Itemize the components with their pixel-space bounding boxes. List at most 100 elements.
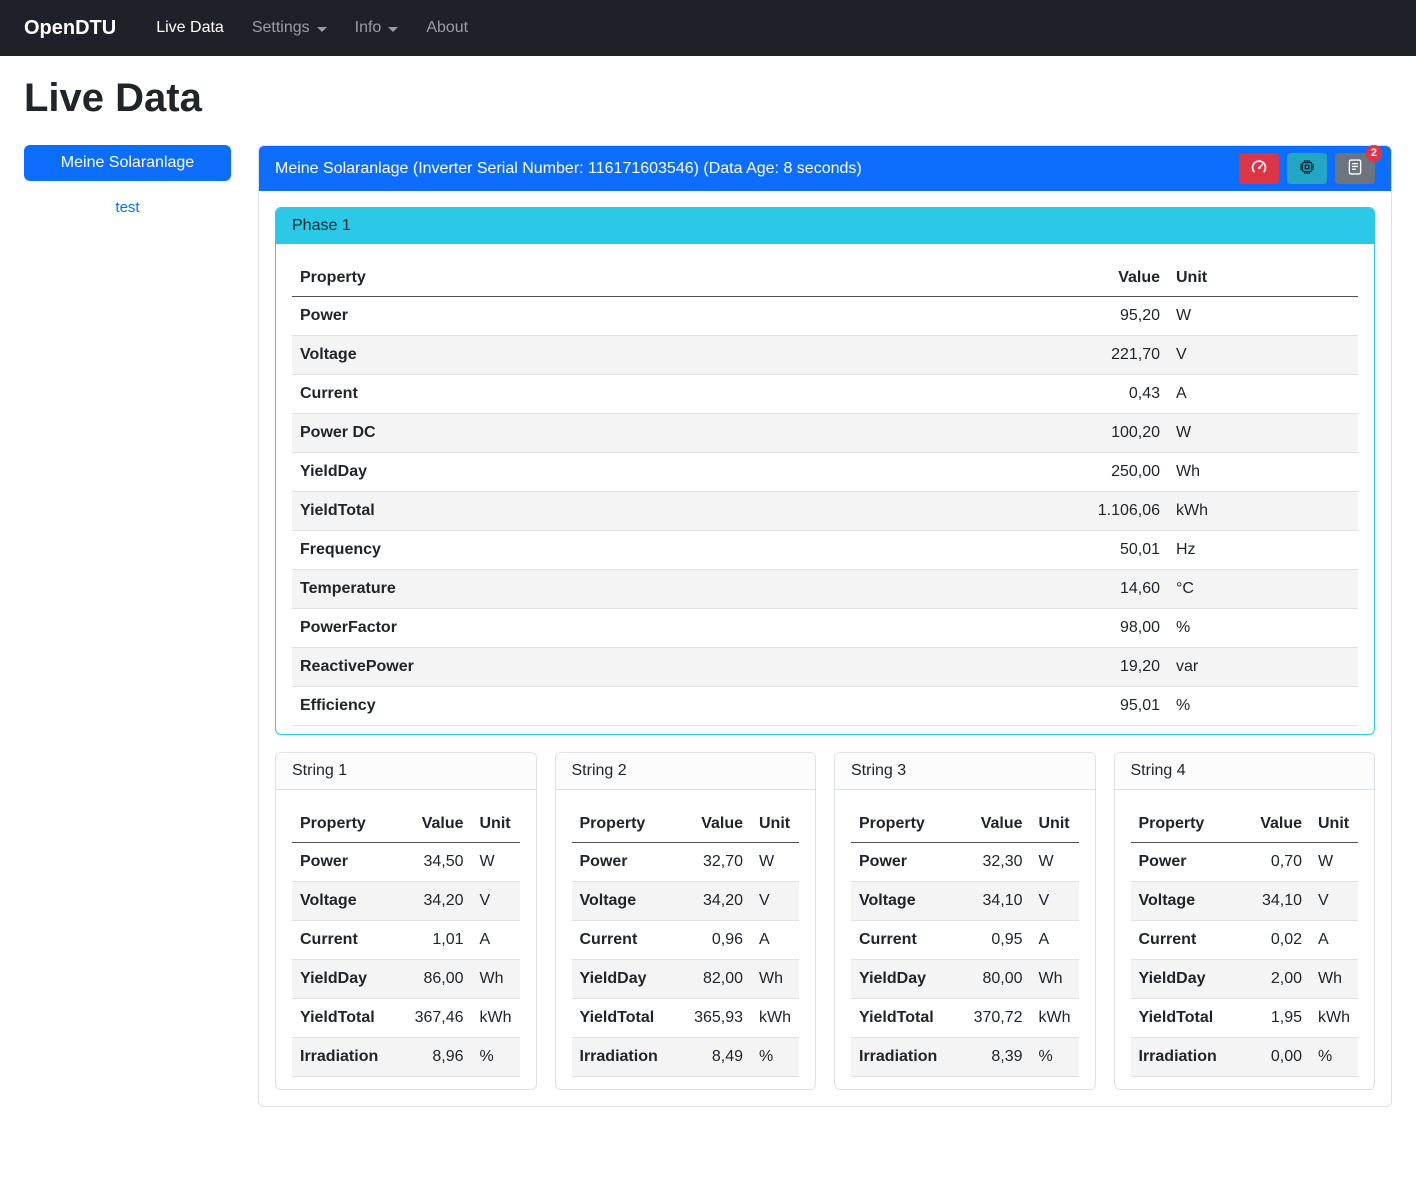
inverter-select-button[interactable]: Meine Solaranlage bbox=[24, 145, 231, 181]
column-header-unit: Unit bbox=[1031, 806, 1079, 843]
property-cell: Voltage bbox=[292, 336, 1058, 375]
unit-cell: % bbox=[1031, 1038, 1079, 1077]
unit-cell: V bbox=[751, 882, 799, 921]
device-info-button[interactable] bbox=[1287, 153, 1327, 184]
table-row: Voltage 34,20 V bbox=[572, 882, 800, 921]
unit-cell: % bbox=[472, 1038, 520, 1077]
table-row: Irradiation 8,96 % bbox=[292, 1038, 520, 1077]
strings-row: String 1 Property Value Unit bbox=[275, 752, 1375, 1090]
value-cell: 50,01 bbox=[1058, 531, 1168, 570]
unit-cell: % bbox=[1310, 1038, 1358, 1077]
property-cell: Current bbox=[292, 921, 404, 960]
inverter-link-test[interactable]: test bbox=[24, 199, 231, 216]
table-row: Voltage 221,70 V bbox=[292, 336, 1358, 375]
table-row: Irradiation 8,49 % bbox=[572, 1038, 800, 1077]
string-card-title: String 2 bbox=[556, 753, 816, 790]
inverter-sidebar: Meine Solaranlage test bbox=[24, 145, 231, 216]
table-row: Power 32,30 W bbox=[851, 843, 1079, 882]
value-cell: 8,96 bbox=[404, 1038, 472, 1077]
value-cell: 1,95 bbox=[1242, 999, 1310, 1038]
table-row: YieldDay 250,00 Wh bbox=[292, 453, 1358, 492]
value-cell: 0,95 bbox=[963, 921, 1031, 960]
nav-live-data[interactable]: Live Data bbox=[142, 11, 238, 45]
value-cell: 34,20 bbox=[404, 882, 472, 921]
table-row: YieldTotal 367,46 kWh bbox=[292, 999, 520, 1038]
limit-settings-button[interactable] bbox=[1239, 153, 1279, 184]
nav-about[interactable]: About bbox=[412, 11, 482, 45]
value-cell: 8,39 bbox=[963, 1038, 1031, 1077]
table-header-row: Property Value Unit bbox=[851, 806, 1079, 843]
column-header-unit: Unit bbox=[751, 806, 799, 843]
nav-info[interactable]: Info bbox=[341, 11, 413, 45]
table-row: Current 0,95 A bbox=[851, 921, 1079, 960]
column-header-value: Value bbox=[1058, 260, 1168, 297]
table-row: Power 34,50 W bbox=[292, 843, 520, 882]
table-row: YieldTotal 365,93 kWh bbox=[572, 999, 800, 1038]
unit-cell: % bbox=[751, 1038, 799, 1077]
main-content: Meine Solaranlage (Inverter Serial Numbe… bbox=[258, 145, 1392, 1107]
live-data-page: Live Data Meine Solaranlage test Meine S… bbox=[0, 56, 1416, 1131]
inverter-panel: Meine Solaranlage (Inverter Serial Numbe… bbox=[258, 145, 1392, 1107]
phase-card: Phase 1 Property Value Unit bbox=[275, 207, 1375, 735]
unit-cell: W bbox=[1168, 297, 1358, 336]
value-cell: 100,20 bbox=[1058, 414, 1168, 453]
property-cell: Power DC bbox=[292, 414, 1058, 453]
value-cell: 0,96 bbox=[683, 921, 751, 960]
string-table: Property Value Unit bbox=[292, 806, 520, 1077]
column-header-property: Property bbox=[292, 260, 1058, 297]
value-cell: 98,00 bbox=[1058, 609, 1168, 648]
value-cell: 80,00 bbox=[963, 960, 1031, 999]
unit-cell: W bbox=[1031, 843, 1079, 882]
column-header-unit: Unit bbox=[472, 806, 520, 843]
value-cell: 34,10 bbox=[963, 882, 1031, 921]
value-cell: 367,46 bbox=[404, 999, 472, 1038]
unit-cell: Hz bbox=[1168, 531, 1358, 570]
column-header-property: Property bbox=[572, 806, 684, 843]
chevron-down-icon bbox=[317, 27, 327, 32]
column-header-property: Property bbox=[292, 806, 404, 843]
value-cell: 2,00 bbox=[1242, 960, 1310, 999]
table-row: YieldDay 2,00 Wh bbox=[1131, 960, 1359, 999]
property-cell: YieldTotal bbox=[1131, 999, 1243, 1038]
value-cell: 86,00 bbox=[404, 960, 472, 999]
property-cell: Current bbox=[851, 921, 963, 960]
value-cell: 34,20 bbox=[683, 882, 751, 921]
property-cell: Frequency bbox=[292, 531, 1058, 570]
value-cell: 1,01 bbox=[404, 921, 472, 960]
column-header-value: Value bbox=[1242, 806, 1310, 843]
value-cell: 0,70 bbox=[1242, 843, 1310, 882]
unit-cell: Wh bbox=[751, 960, 799, 999]
table-row: Efficiency 95,01 % bbox=[292, 687, 1358, 726]
unit-cell: W bbox=[472, 843, 520, 882]
nav-settings[interactable]: Settings bbox=[238, 11, 341, 45]
inverter-panel-title: Meine Solaranlage (Inverter Serial Numbe… bbox=[275, 160, 862, 178]
property-cell: Power bbox=[851, 843, 963, 882]
property-cell: Current bbox=[292, 375, 1058, 414]
unit-cell: V bbox=[1031, 882, 1079, 921]
table-row: Temperature 14,60 °C bbox=[292, 570, 1358, 609]
table-row: Current 1,01 A bbox=[292, 921, 520, 960]
unit-cell: A bbox=[1031, 921, 1079, 960]
table-row: YieldTotal 1.106,06 kWh bbox=[292, 492, 1358, 531]
property-cell: Irradiation bbox=[572, 1038, 684, 1077]
panel-action-buttons: 2 bbox=[1239, 153, 1375, 184]
unit-cell: V bbox=[1168, 336, 1358, 375]
string-card-3: String 3 Property Value Unit bbox=[834, 752, 1096, 1090]
brand[interactable]: OpenDTU bbox=[24, 17, 116, 40]
unit-cell: W bbox=[1310, 843, 1358, 882]
table-row: YieldTotal 370,72 kWh bbox=[851, 999, 1079, 1038]
property-cell: YieldTotal bbox=[292, 999, 404, 1038]
table-header-row: Property Value Unit bbox=[292, 806, 520, 843]
nav-settings-label: Settings bbox=[252, 19, 310, 37]
value-cell: 95,01 bbox=[1058, 687, 1168, 726]
table-row: Voltage 34,10 V bbox=[1131, 882, 1359, 921]
unit-cell: kWh bbox=[1031, 999, 1079, 1038]
property-cell: Irradiation bbox=[292, 1038, 404, 1077]
column-header-unit: Unit bbox=[1310, 806, 1358, 843]
unit-cell: A bbox=[751, 921, 799, 960]
unit-cell: Wh bbox=[1310, 960, 1358, 999]
table-row: Voltage 34,10 V bbox=[851, 882, 1079, 921]
event-log-button[interactable]: 2 bbox=[1335, 153, 1375, 184]
unit-cell: % bbox=[1168, 609, 1358, 648]
value-cell: 8,49 bbox=[683, 1038, 751, 1077]
